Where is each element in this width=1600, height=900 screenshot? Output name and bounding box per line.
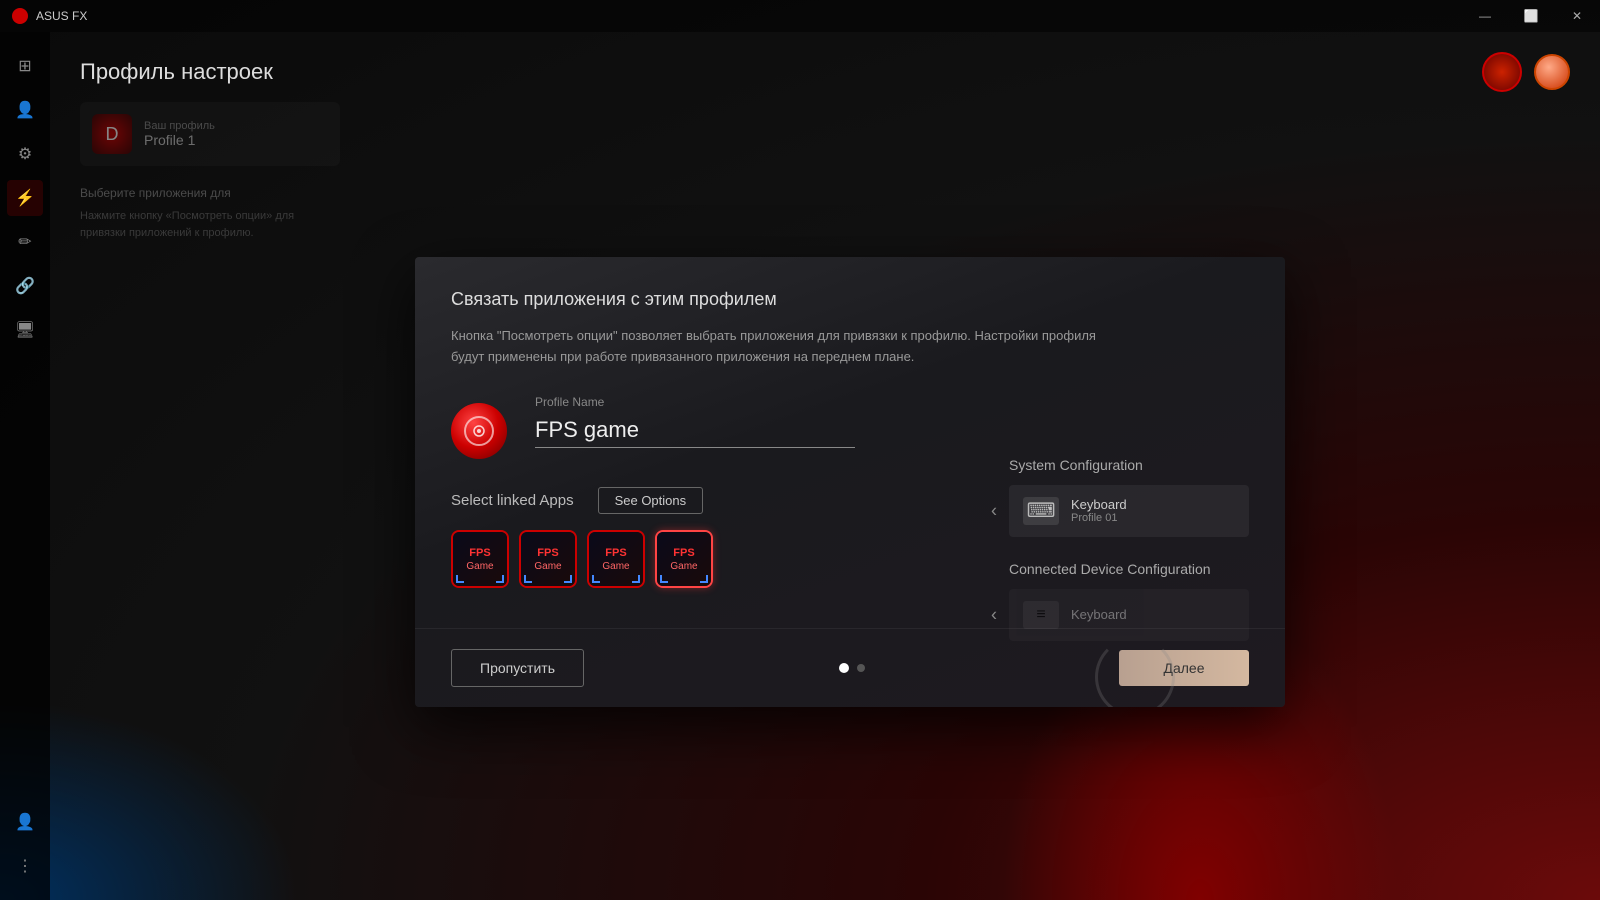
minimize-button[interactable]: — (1462, 0, 1508, 32)
profile-icon-inner (464, 416, 494, 446)
main-area: Профиль настроек D Ваш профиль Profile 1… (50, 32, 1600, 900)
sidebar-item-settings[interactable]: ⚙ (7, 136, 43, 172)
modal-overlay: Связать приложения с этим профилем Кнопк… (100, 64, 1600, 900)
connected-device-title: Connected Device Configuration (1009, 561, 1249, 577)
connected-device-name: Keyboard (1071, 607, 1127, 622)
sidebar-item-user[interactable]: 👤 (7, 804, 43, 840)
keyboard-device-name: Keyboard (1071, 497, 1127, 512)
sidebar-item-monitor[interactable]: 🖥 (7, 312, 43, 348)
modal-heading: Связать приложения с этим профилем (451, 289, 1249, 310)
modal-body: Связать приложения с этим профилем Кнопк… (415, 257, 1285, 629)
profile-name-row: Profile Name FPS game (451, 395, 1249, 459)
sidebar: ⊞ 👤 ⚙ ⚡ ✏ 🔗 🖥 👤 ⋮ (0, 32, 50, 900)
system-config-card: ⌨ Keyboard Profile 01 (1009, 485, 1249, 537)
system-config-card-wrapper: ‹ ⌨ Keyboard Profile 01 (1009, 485, 1249, 537)
app-icon-2[interactable]: FPS Game (519, 530, 577, 588)
linked-apps-label: Select linked Apps (451, 492, 574, 509)
connected-config-chevron-left[interactable]: ‹ (991, 604, 997, 625)
system-config-chevron-left[interactable]: ‹ (991, 500, 997, 521)
pagination-dot-1 (839, 663, 849, 673)
connected-keyboard-icon: ≡ (1023, 601, 1059, 629)
center-spinner (1095, 637, 1175, 708)
sidebar-item-brush[interactable]: ✏ (7, 224, 43, 260)
sidebar-item-lightning[interactable]: ⚡ (7, 180, 43, 216)
connected-config-card: ≡ Keyboard (1009, 589, 1249, 641)
app-icon-4[interactable]: FPS Game (655, 530, 713, 588)
sidebar-item-more[interactable]: ⋮ (7, 848, 43, 884)
connected-config-card-wrapper: ‹ ≡ Keyboard (1009, 589, 1249, 641)
pagination-dot-2 (857, 664, 865, 672)
titlebar-title: ASUS FX (36, 9, 87, 23)
profile-icon-circle (451, 403, 507, 459)
keyboard-config-info: Keyboard Profile 01 (1071, 497, 1127, 524)
profile-name-field-label: Profile Name (535, 395, 855, 409)
app-icon-1[interactable]: FPS Game (451, 530, 509, 588)
modal-dialog: Связать приложения с этим профилем Кнопк… (415, 257, 1285, 708)
restore-button[interactable]: ⬜ (1508, 0, 1554, 32)
keyboard-profile-name: Profile 01 (1071, 512, 1127, 524)
sidebar-item-profile[interactable]: 👤 (7, 92, 43, 128)
pagination-dots (839, 663, 865, 673)
profile-name-field: Profile Name FPS game (535, 395, 855, 448)
close-button[interactable]: ✕ (1554, 0, 1600, 32)
app-icon (12, 8, 28, 24)
sidebar-item-home[interactable]: ⊞ (7, 48, 43, 84)
skip-button[interactable]: Пропустить (451, 649, 584, 687)
connected-keyboard-info: Keyboard (1071, 607, 1127, 622)
sidebar-item-link[interactable]: 🔗 (7, 268, 43, 304)
profile-name-input[interactable]: FPS game (535, 417, 855, 448)
system-config-title: System Configuration (1009, 457, 1249, 473)
modal-description: Кнопка "Посмотреть опции" позволяет выбр… (451, 326, 1131, 368)
see-options-button[interactable]: See Options (598, 487, 704, 514)
titlebar: ASUS FX — ⬜ ✕ (0, 0, 1600, 32)
app-icon-3[interactable]: FPS Game (587, 530, 645, 588)
keyboard-config-icon: ⌨ (1023, 497, 1059, 525)
